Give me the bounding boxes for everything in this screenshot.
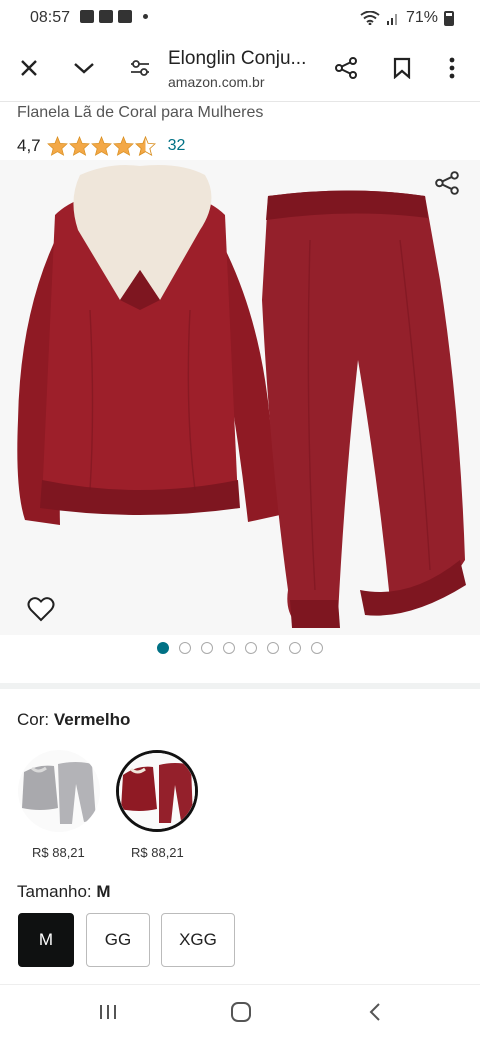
- bookmark-button[interactable]: [384, 50, 420, 86]
- close-icon: [21, 60, 37, 76]
- more-notifications-icon: [143, 14, 148, 19]
- minimize-button[interactable]: [66, 50, 102, 86]
- share-icon: [435, 171, 459, 195]
- carousel-dot[interactable]: [223, 642, 235, 654]
- recent-apps-button[interactable]: [93, 999, 123, 1025]
- star-icon: [112, 136, 134, 156]
- back-icon: [369, 1003, 380, 1021]
- gray-pajama-thumbnail: [18, 750, 100, 832]
- carousel-dot[interactable]: [289, 642, 301, 654]
- half-star-icon: [134, 136, 156, 156]
- gallery-icon: [118, 10, 132, 23]
- carousel-dot[interactable]: [179, 642, 191, 654]
- notification-icons: [80, 10, 148, 23]
- more-vert-icon: [449, 57, 455, 79]
- share-icon: [335, 57, 357, 79]
- color-label: Cor: Vermelho: [17, 710, 130, 730]
- wifi-icon: [360, 11, 380, 25]
- selected-size: M: [96, 882, 111, 901]
- page-url[interactable]: amazon.com.br: [168, 74, 264, 90]
- share-button[interactable]: [328, 50, 364, 86]
- size-label: Tamanho: M: [17, 882, 111, 902]
- image-carousel-dots: [157, 642, 323, 654]
- page-title[interactable]: Elonglin Conju...: [168, 48, 318, 70]
- overflow-menu-button[interactable]: [434, 50, 470, 86]
- chevron-down-icon: [74, 63, 94, 74]
- carousel-dot[interactable]: [311, 642, 323, 654]
- rating-row[interactable]: 4,7 32: [17, 136, 185, 156]
- youtube-icon: [99, 10, 113, 23]
- site-settings-button[interactable]: [122, 50, 158, 86]
- carousel-dot[interactable]: [267, 642, 279, 654]
- image-share-button[interactable]: [434, 170, 460, 201]
- color-swatch-red[interactable]: [116, 750, 198, 832]
- bookmark-icon: [393, 57, 411, 79]
- red-pajama-thumbnail: [119, 753, 195, 829]
- size-option-gg[interactable]: GG: [86, 913, 150, 967]
- product-image[interactable]: [0, 160, 480, 635]
- tune-icon: [131, 60, 149, 76]
- star-icon: [68, 136, 90, 156]
- section-divider: [0, 683, 480, 689]
- status-bar: 08:57 71%: [0, 0, 480, 36]
- close-button[interactable]: [11, 50, 47, 86]
- size-option-m[interactable]: M: [18, 913, 74, 967]
- custom-tab-toolbar: Elonglin Conju... amazon.com.br: [0, 36, 480, 102]
- selected-color: Vermelho: [53, 710, 131, 729]
- carousel-dot[interactable]: [201, 642, 213, 654]
- wishlist-button[interactable]: [27, 596, 55, 627]
- product-title: Flanela Lã de Coral para Mulheres: [17, 104, 264, 121]
- battery-icon: [444, 10, 454, 26]
- color-swatch-gray[interactable]: [18, 750, 100, 832]
- facebook-icon: [80, 10, 94, 23]
- heart-icon: [27, 597, 55, 622]
- size-label-prefix: Tamanho:: [17, 882, 97, 901]
- size-option-xgg[interactable]: XGG: [161, 913, 235, 967]
- system-navigation-bar: [0, 984, 480, 1038]
- star-rating: [46, 136, 156, 156]
- pajama-set-image: [17, 165, 466, 628]
- swatch-price: R$ 88,21: [32, 845, 85, 860]
- star-icon: [90, 136, 112, 156]
- battery-percent: 71%: [405, 9, 438, 26]
- signal-icon: [386, 14, 397, 25]
- star-icon: [46, 136, 68, 156]
- status-right: 71%: [360, 9, 454, 27]
- swatch-price: R$ 88,21: [131, 845, 184, 860]
- home-icon: [231, 1002, 251, 1022]
- back-button[interactable]: [360, 999, 390, 1025]
- carousel-dot[interactable]: [157, 642, 169, 654]
- color-label-prefix: Cor:: [17, 710, 54, 729]
- home-button[interactable]: [226, 999, 256, 1025]
- carousel-dot[interactable]: [245, 642, 257, 654]
- rating-value: 4,7: [17, 136, 41, 155]
- status-time: 08:57: [30, 9, 71, 26]
- recent-apps-icon: [100, 1005, 116, 1019]
- review-count-link[interactable]: 32: [168, 137, 186, 155]
